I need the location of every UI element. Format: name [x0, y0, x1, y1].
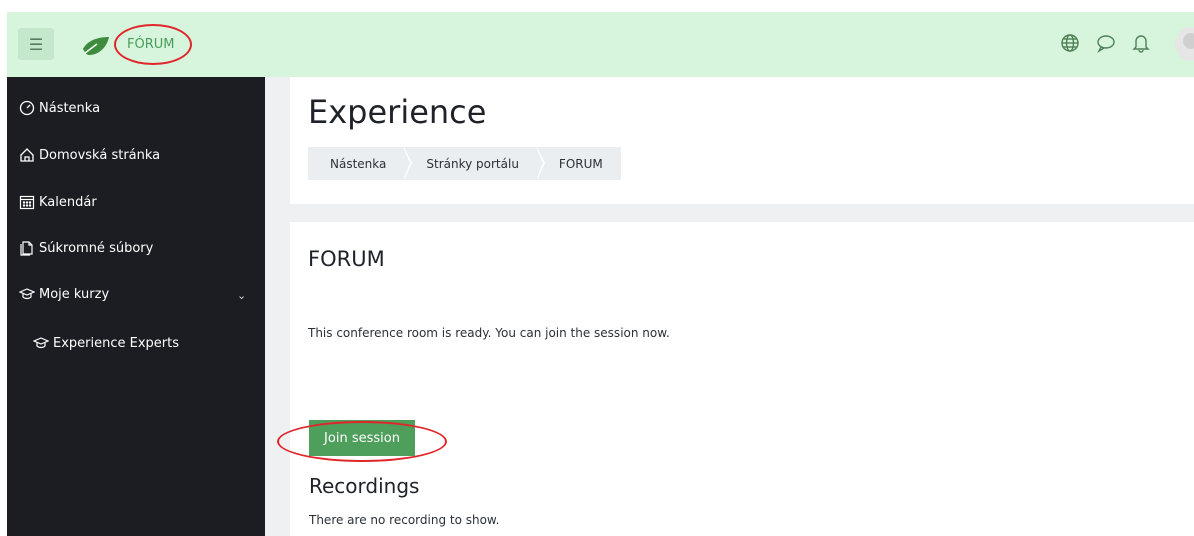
calendar-icon	[19, 195, 35, 210]
sidebar-item-private-files[interactable]: Súkromné súbory	[19, 237, 153, 259]
sidebar-item-dashboard[interactable]: Nástenka	[19, 97, 100, 119]
breadcrumb-label: FORUM	[558, 156, 603, 171]
sidebar-item-home[interactable]: Domovská stránka	[19, 144, 160, 166]
main-region: Experience Nástenka Stránky portálu FORU…	[265, 77, 1194, 536]
sidebar-item-label: Nástenka	[39, 100, 101, 116]
top-navbar: ☰ FÓRUM	[7, 12, 1194, 77]
sidebar-item-calendar[interactable]: Kalendár	[19, 191, 97, 213]
page-header: Experience Nástenka Stránky portálu FORU…	[290, 77, 1194, 204]
activity-title: FORUM	[308, 247, 385, 271]
chevron-down-icon[interactable]: ⌄	[237, 289, 246, 302]
sidebar-item-label: Súkromné súbory	[39, 240, 154, 256]
chat-icon[interactable]	[1095, 32, 1117, 54]
globe-icon[interactable]	[1059, 32, 1081, 54]
join-session-button[interactable]: Join session	[309, 420, 415, 456]
breadcrumb-separator-fill	[535, 147, 543, 180]
home-icon	[20, 148, 34, 162]
sidebar-item-label: Domovská stránka	[39, 147, 161, 163]
breadcrumb-item-forum[interactable]: FORUM	[537, 147, 621, 180]
breadcrumb-label: Nástenka	[330, 156, 387, 171]
content-card: FORUM This conference room is ready. You…	[290, 222, 1194, 536]
sidebar-item-label: Experience Experts	[53, 335, 180, 351]
breadcrumb-item-portal-pages[interactable]: Stránky portálu	[404, 147, 545, 180]
avatar[interactable]	[1175, 27, 1194, 61]
files-icon	[20, 241, 33, 256]
recordings-empty-text: There are no recording to show.	[309, 513, 500, 527]
brand-title[interactable]: FÓRUM	[127, 37, 174, 52]
leaf-logo-icon	[83, 37, 109, 55]
sidebar-item-my-courses[interactable]: Moje kurzy	[19, 283, 109, 305]
page-title: Experience	[308, 93, 487, 131]
graduation-cap-icon	[19, 288, 35, 300]
graduation-cap-icon	[33, 337, 49, 349]
menu-icon: ☰	[28, 34, 44, 54]
sidebar-item-label: Kalendár	[39, 194, 97, 210]
sidebar-item-experience-experts[interactable]: Experience Experts	[33, 332, 179, 354]
breadcrumb-item-dashboard[interactable]: Nástenka	[308, 147, 413, 180]
breadcrumb-separator-fill	[403, 147, 411, 180]
breadcrumb: Nástenka Stránky portálu FORUM	[308, 147, 621, 180]
breadcrumb-label: Stránky portálu	[426, 156, 519, 171]
sidebar: Nástenka Domovská stránka Kalendár Súkro…	[7, 77, 265, 536]
recordings-heading: Recordings	[309, 474, 420, 498]
status-text: This conference room is ready. You can j…	[308, 326, 670, 340]
bell-icon[interactable]	[1130, 32, 1152, 54]
dashboard-icon	[19, 100, 35, 116]
menu-toggle-button[interactable]: ☰	[18, 28, 54, 60]
sidebar-item-label: Moje kurzy	[39, 286, 110, 302]
